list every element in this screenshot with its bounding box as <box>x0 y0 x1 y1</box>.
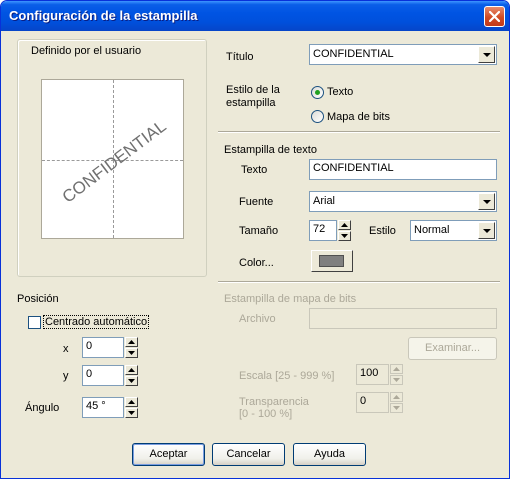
arrow-up-icon <box>393 395 400 399</box>
style-text-radio[interactable] <box>311 86 324 99</box>
font-style-select[interactable]: Normal <box>410 220 497 241</box>
cancel-button[interactable]: Cancelar <box>212 443 285 466</box>
chevron-down-icon <box>483 53 491 57</box>
transparency-label-line1: Transparencia <box>239 396 309 408</box>
scale-stepper[interactable] <box>390 364 403 385</box>
arrow-up-icon <box>128 368 135 372</box>
position-section-label: Posición <box>17 293 59 305</box>
font-select[interactable]: Arial <box>309 191 497 212</box>
y-decrement-button[interactable] <box>125 376 138 386</box>
arrow-down-icon <box>393 406 400 410</box>
color-label: Color... <box>239 257 274 269</box>
y-stepper[interactable] <box>125 365 138 386</box>
window-title: Configuración de la estampilla <box>9 8 198 23</box>
angle-increment-button[interactable] <box>125 397 138 407</box>
arrow-down-icon <box>393 378 400 382</box>
color-swatch <box>319 255 344 267</box>
font-label: Fuente <box>239 196 274 208</box>
browse-button[interactable]: Examinar... <box>408 337 497 360</box>
ok-button[interactable]: Aceptar <box>132 443 205 466</box>
size-increment-button[interactable] <box>338 220 351 230</box>
close-icon <box>489 11 500 22</box>
preview-stamp-text: CONFIDENTIAL <box>58 116 170 207</box>
chevron-down-icon <box>483 229 491 233</box>
transparency-input[interactable]: 0 <box>356 392 389 413</box>
arrow-up-icon <box>393 367 400 371</box>
x-stepper[interactable] <box>125 337 138 358</box>
size-label: Tamaño <box>239 225 279 237</box>
x-input[interactable]: 0 <box>82 337 124 358</box>
text-stamp-section-label: Estampilla de texto <box>224 144 317 156</box>
title-bar[interactable]: Configuración de la estampilla <box>1 1 509 31</box>
style-bitmap-label[interactable]: Mapa de bits <box>327 111 390 123</box>
y-label: y <box>63 370 69 382</box>
text-label: Texto <box>241 164 268 176</box>
title-select[interactable]: CONFIDENTIAL <box>309 44 497 65</box>
size-decrement-button[interactable] <box>338 231 351 241</box>
color-picker-button[interactable] <box>311 250 353 272</box>
title-select-value: CONFIDENTIAL <box>313 48 394 60</box>
x-decrement-button[interactable] <box>125 348 138 358</box>
size-stepper[interactable] <box>338 220 351 241</box>
x-label: x <box>63 343 69 355</box>
scale-increment-button[interactable] <box>390 364 403 374</box>
auto-center-checkbox[interactable] <box>28 316 41 329</box>
size-input[interactable]: 72 <box>309 220 337 241</box>
chevron-down-icon <box>483 200 491 204</box>
arrow-down-icon <box>341 234 348 238</box>
file-label: Archivo <box>239 313 276 325</box>
y-increment-button[interactable] <box>125 365 138 375</box>
close-button[interactable] <box>484 6 505 27</box>
file-path-input[interactable] <box>309 308 497 329</box>
bitmap-stamp-section-label: Estampilla de mapa de bits <box>224 293 357 305</box>
angle-decrement-button[interactable] <box>125 408 138 418</box>
font-style-dropdown-button[interactable] <box>478 222 495 239</box>
title-select-dropdown-button[interactable] <box>478 46 495 63</box>
arrow-down-icon <box>128 351 135 355</box>
style-text-label[interactable]: Texto <box>327 86 353 98</box>
y-input[interactable]: 0 <box>82 365 124 386</box>
angle-stepper[interactable] <box>125 397 138 418</box>
transparency-label-line2: [0 - 100 %] <box>239 408 293 420</box>
stamp-settings-dialog: Configuración de la estampilla Definido … <box>0 0 510 479</box>
transparency-stepper[interactable] <box>390 392 403 413</box>
auto-center-label[interactable]: Centrado automático <box>42 315 150 329</box>
font-select-dropdown-button[interactable] <box>478 193 495 210</box>
x-increment-button[interactable] <box>125 337 138 347</box>
font-select-value: Arial <box>313 195 336 207</box>
angle-label: Ángulo <box>25 402 60 414</box>
scale-label: Escala [25 - 999 %] <box>239 370 335 382</box>
style-bitmap-radio[interactable] <box>311 110 324 123</box>
style-label: Estilo <box>369 225 396 237</box>
transparency-decrement-button[interactable] <box>390 403 403 413</box>
section-divider <box>218 281 500 283</box>
arrow-up-icon <box>341 223 348 227</box>
title-label: Título <box>226 51 254 63</box>
transparency-increment-button[interactable] <box>390 392 403 402</box>
arrow-down-icon <box>128 379 135 383</box>
arrow-down-icon <box>128 411 135 415</box>
angle-input[interactable]: 45 ° <box>82 397 124 418</box>
stamp-style-label-line1: Estilo de la <box>226 84 280 96</box>
stamp-style-label-line2: estampilla <box>226 97 276 109</box>
scale-input[interactable]: 100 <box>356 364 389 385</box>
section-divider <box>218 131 500 133</box>
arrow-up-icon <box>128 340 135 344</box>
help-button[interactable]: Ayuda <box>293 443 366 466</box>
font-style-select-value: Normal <box>414 224 450 236</box>
stamp-preview: CONFIDENTIAL <box>41 79 184 239</box>
preview-group-label: Definido por el usuario <box>31 45 142 57</box>
scale-decrement-button[interactable] <box>390 375 403 385</box>
stamp-text-input[interactable]: CONFIDENTIAL <box>309 159 497 180</box>
arrow-up-icon <box>128 400 135 404</box>
